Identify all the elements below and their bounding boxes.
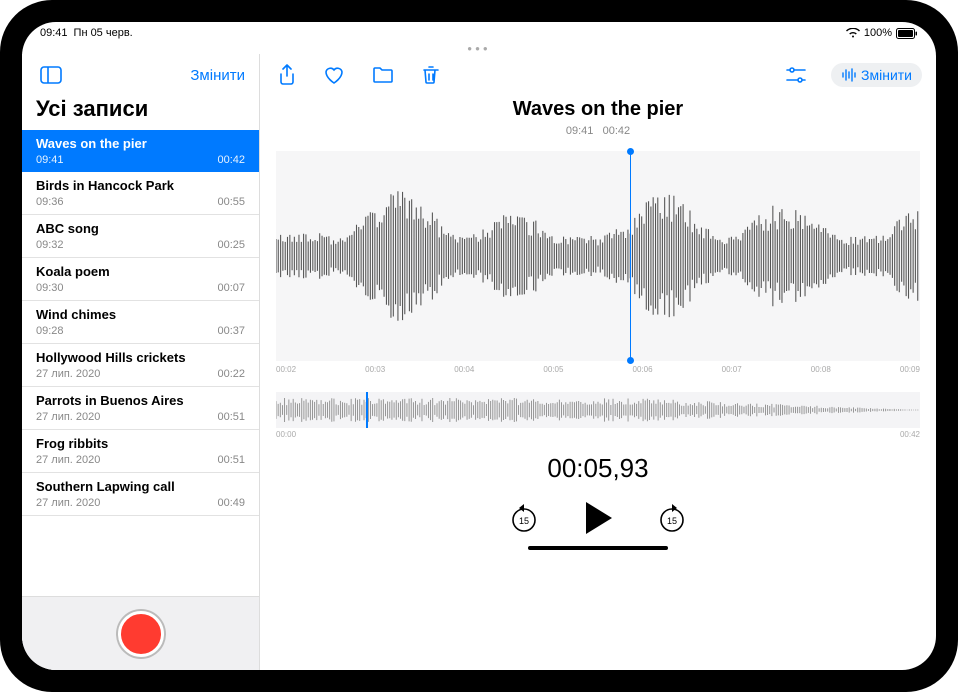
battery-percent: 100% — [864, 27, 892, 39]
playhead[interactable] — [630, 151, 631, 361]
recording-item-duration: 00:07 — [217, 282, 245, 294]
recording-item-duration: 00:42 — [217, 154, 245, 166]
home-indicator[interactable] — [528, 546, 668, 550]
recording-item[interactable]: Frog ribbits 27 лип. 2020 00:51 — [22, 430, 259, 473]
recording-item-title: Southern Lapwing call — [36, 479, 245, 494]
waveform-overview[interactable] — [276, 392, 920, 428]
recording-item-time: 27 лип. 2020 — [36, 454, 100, 466]
multitask-handle[interactable]: ●●● — [22, 44, 936, 54]
timeline-ticks: 00:02 00:03 00:04 00:05 00:06 00:07 00:08 00:09 — [276, 361, 920, 378]
recording-item-duration: 00:37 — [217, 325, 245, 337]
recording-item[interactable]: Waves on the pier 09:41 00:42 — [22, 130, 259, 172]
timeline-tick: 00:08 — [811, 365, 831, 374]
recording-item-time: 09:41 — [36, 154, 64, 166]
record-bar — [22, 596, 259, 670]
recording-item[interactable]: Hollywood Hills crickets 27 лип. 2020 00:2… — [22, 344, 259, 387]
rewind-15-button[interactable]: 15 — [508, 502, 540, 534]
svg-text:15: 15 — [519, 516, 529, 526]
sidebar: Змінити Усі записи Waves on the pier 09:4… — [22, 54, 260, 670]
recording-subtitle-duration: 00:42 — [603, 125, 631, 137]
status-bar: 09:41 Пн 05 черв. 100% — [22, 22, 936, 44]
waveform-large[interactable] — [276, 151, 920, 361]
ipad-frame: 09:41 Пн 05 черв. 100% ●●● — [0, 0, 958, 692]
sidebar-title: Усі записи — [22, 92, 259, 130]
recording-item-title: Frog ribbits — [36, 436, 245, 451]
screen: 09:41 Пн 05 черв. 100% ●●● — [22, 22, 936, 670]
recordings-list[interactable]: Waves on the pier 09:41 00:42 Birds in Hanc… — [22, 130, 259, 596]
sidebar-edit-button[interactable]: Змінити — [190, 67, 245, 84]
recording-subtitle: 09:41 00:42 — [260, 125, 936, 137]
recording-item-title: Birds in Hancock Park — [36, 178, 245, 193]
timeline-tick: 00:03 — [365, 365, 385, 374]
forward-15-button[interactable]: 15 — [656, 502, 688, 534]
current-time: 00:05,93 — [260, 453, 936, 484]
battery-icon — [896, 28, 918, 39]
overview-playhead[interactable] — [366, 392, 368, 428]
recording-item-duration: 00:51 — [217, 454, 245, 466]
recording-item-duration: 00:49 — [217, 497, 245, 509]
recording-item[interactable]: Southern Lapwing call 27 лип. 2020 00:49 — [22, 473, 259, 516]
recording-item-title: Parrots in Buenos Aires — [36, 393, 245, 408]
recording-item-duration: 00:51 — [217, 411, 245, 423]
recording-item-title: ABC song — [36, 221, 245, 236]
folder-button[interactable] — [368, 62, 398, 88]
recording-item-time: 09:36 — [36, 196, 64, 208]
play-button[interactable] — [582, 500, 614, 536]
recording-item-title: Hollywood Hills crickets — [36, 350, 245, 365]
recording-item-time: 09:28 — [36, 325, 64, 337]
recording-item[interactable]: Birds in Hancock Park 09:36 00:55 — [22, 172, 259, 215]
timeline-tick: 00:09 — [900, 365, 920, 374]
recording-subtitle-time: 09:41 — [566, 125, 594, 137]
status-time: 09:41 — [40, 27, 68, 39]
delete-button[interactable] — [418, 61, 444, 89]
recording-item[interactable]: Parrots in Buenos Aires 27 лип. 2020 00:51 — [22, 387, 259, 430]
timeline-tick: 00:02 — [276, 365, 296, 374]
recording-item-time: 27 лип. 2020 — [36, 368, 100, 380]
record-button[interactable] — [118, 611, 164, 657]
recording-item-title: Koala poem — [36, 264, 245, 279]
edit-recording-label: Змінити — [861, 67, 912, 83]
wifi-icon — [846, 28, 860, 38]
edit-recording-button[interactable]: Змінити — [831, 63, 922, 87]
options-button[interactable] — [781, 63, 811, 87]
recording-item-time: 27 лип. 2020 — [36, 497, 100, 509]
recording-item[interactable]: Koala poem 09:30 00:07 — [22, 258, 259, 301]
status-date: Пн 05 черв. — [74, 27, 133, 39]
sidebar-toggle-button[interactable] — [36, 62, 66, 88]
favorite-button[interactable] — [320, 62, 348, 88]
recording-item[interactable]: Wind chimes 09:28 00:37 — [22, 301, 259, 344]
recording-item-time: 09:30 — [36, 282, 64, 294]
recording-item-title: Waves on the pier — [36, 136, 245, 151]
timeline-tick: 00:06 — [633, 365, 653, 374]
recording-item-time: 27 лип. 2020 — [36, 411, 100, 423]
recording-item-duration: 00:25 — [217, 239, 245, 251]
svg-text:15: 15 — [667, 516, 677, 526]
timeline-tick: 00:04 — [454, 365, 474, 374]
recording-item[interactable]: ABC song 09:32 00:25 — [22, 215, 259, 258]
timeline-tick: 00:07 — [722, 365, 742, 374]
overview-end: 00:42 — [900, 430, 920, 439]
recording-item-duration: 00:55 — [217, 196, 245, 208]
recording-item-title: Wind chimes — [36, 307, 245, 322]
waveform-small-icon — [841, 68, 857, 82]
recording-item-duration: 00:22 — [217, 368, 245, 380]
main-panel: Змінити Waves on the pier 09:41 00:42 — [260, 54, 936, 670]
timeline-tick: 00:05 — [543, 365, 563, 374]
overview-start: 00:00 — [276, 430, 296, 439]
share-button[interactable] — [274, 60, 300, 90]
recording-item-time: 09:32 — [36, 239, 64, 251]
recording-title: Waves on the pier — [260, 98, 936, 121]
